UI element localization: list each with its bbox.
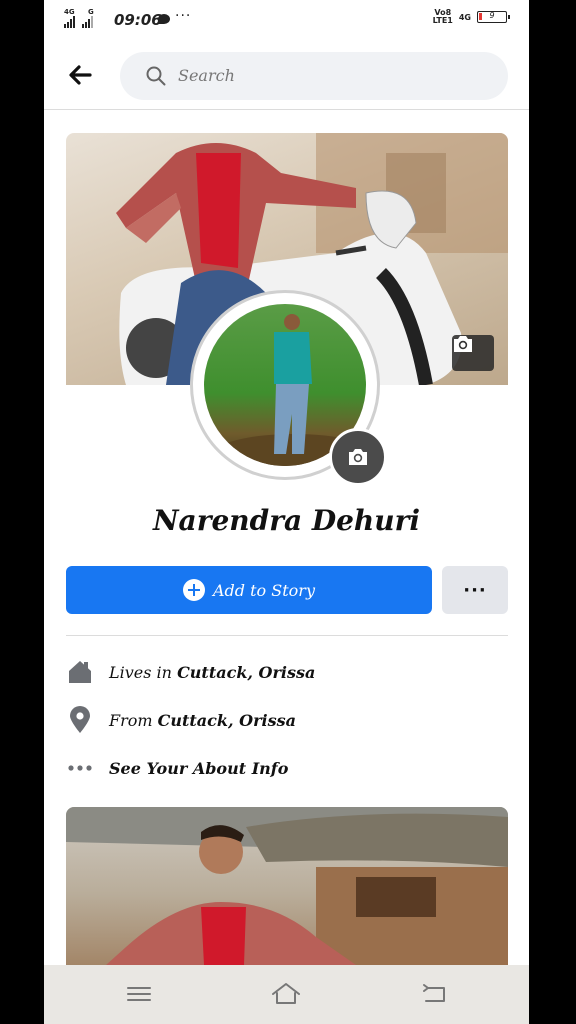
divider — [66, 635, 508, 636]
clock: 09:06 — [114, 11, 162, 29]
signal-bars-icon — [64, 16, 75, 28]
from-prefix: From — [109, 710, 158, 730]
see-about-row[interactable]: See Your About Info — [66, 753, 288, 783]
camera-icon — [349, 449, 367, 465]
back-nav-icon[interactable] — [420, 980, 450, 1008]
search-icon — [146, 66, 166, 86]
top-bar: Search — [44, 40, 529, 110]
cover-camera-button[interactable] — [452, 335, 494, 371]
home-nav-icon[interactable] — [270, 980, 300, 1008]
battery-level: 9 — [489, 11, 495, 20]
search-placeholder: Search — [178, 66, 235, 85]
from-value: Cuttack, Orissa — [157, 710, 296, 730]
system-navigation-bar — [44, 965, 529, 1024]
phone-screen: 4G G 09:06 ··· Vo8 LTE1 4G 9 Search Nare… — [44, 0, 529, 1024]
plus-icon — [183, 579, 205, 601]
network-type-1: 4G — [64, 8, 75, 16]
signal-indicators: 4G G — [64, 8, 94, 28]
avatar-camera-button[interactable] — [329, 428, 387, 486]
battery-icon: 9 — [477, 11, 510, 23]
back-arrow-icon[interactable] — [66, 62, 96, 88]
status-right: Vo8 LTE1 4G 9 — [433, 9, 510, 25]
from-text: From Cuttack, Orissa — [109, 711, 296, 730]
signal-bars-2-icon — [82, 16, 93, 28]
add-story-label: Add to Story — [213, 580, 315, 600]
lives-in-text: Lives in Cuttack, Orissa — [109, 663, 315, 682]
from-row[interactable]: From Cuttack, Orissa — [66, 705, 296, 735]
volte-indicator: Vo8 LTE1 — [433, 9, 453, 25]
camera-icon — [454, 336, 472, 352]
see-about-text: See Your About Info — [109, 759, 288, 778]
menu-icon[interactable] — [124, 980, 154, 1008]
network-type-2: G — [88, 8, 94, 16]
more-options-button[interactable]: ··· — [442, 566, 508, 614]
profile-name: Narendra Dehuri — [152, 504, 421, 537]
home-icon — [66, 658, 94, 686]
more-notifications: ··· — [175, 8, 192, 24]
search-input[interactable]: Search — [120, 52, 508, 100]
featured-photo[interactable] — [66, 807, 508, 965]
network-type-right: 4G — [458, 12, 471, 22]
message-notification-icon — [158, 14, 170, 24]
add-to-story-button[interactable]: Add to Story — [66, 566, 432, 614]
lives-prefix: Lives in — [109, 662, 178, 682]
location-pin-icon — [66, 706, 94, 734]
lives-in-row[interactable]: Lives in Cuttack, Orissa — [66, 657, 315, 687]
see-about-label: See Your About Info — [109, 758, 289, 778]
volte-line-2: LTE1 — [432, 16, 453, 25]
status-bar: 4G G 09:06 ··· Vo8 LTE1 4G 9 — [44, 0, 529, 40]
lives-value: Cuttack, Orissa — [177, 662, 316, 682]
more-dots-icon — [66, 754, 94, 782]
